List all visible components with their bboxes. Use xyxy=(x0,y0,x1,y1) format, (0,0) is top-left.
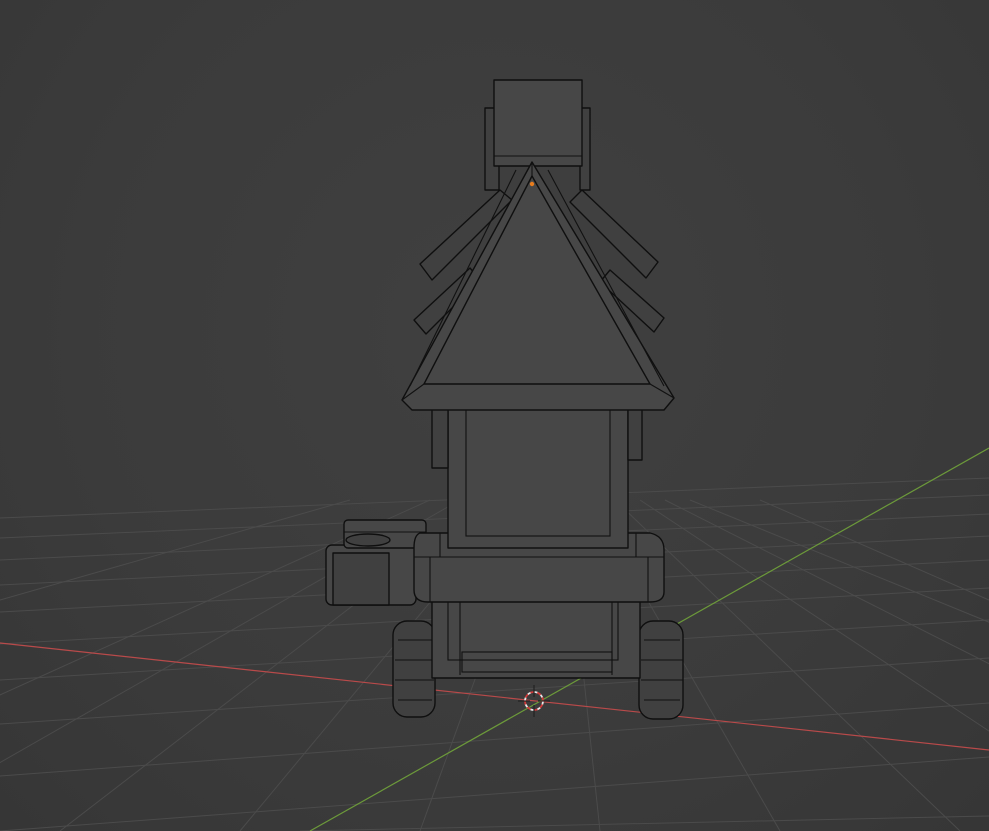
roof-front[interactable] xyxy=(401,161,675,411)
wheel-right[interactable] xyxy=(638,620,684,720)
side-crate[interactable] xyxy=(325,519,427,606)
object-origin-point[interactable] xyxy=(529,181,535,187)
wheel-left[interactable] xyxy=(392,620,436,718)
3d-viewport[interactable] xyxy=(0,0,989,831)
cart-lower-body[interactable] xyxy=(431,599,641,679)
cabin[interactable] xyxy=(431,395,643,549)
viewport-scene[interactable] xyxy=(0,0,989,831)
